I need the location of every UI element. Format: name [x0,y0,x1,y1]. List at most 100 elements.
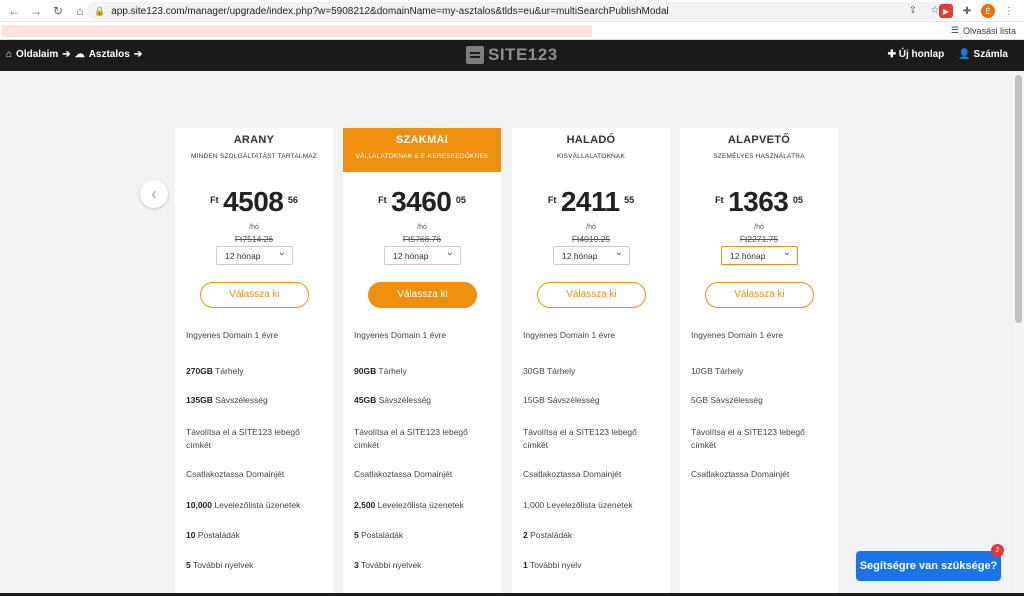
plan-body: Ft 2411 55/hó Ft4019.25 12 hónap Válassza k… [512,172,670,596]
price-period: /hó [754,224,764,231]
help-button[interactable]: Segítségre van szüksége? [856,551,1001,581]
feature-label: Sávszélesség [212,395,268,405]
select-plan-button[interactable]: Válassza ki [537,282,646,308]
reading-list-icon: ☰ [950,25,959,35]
plan-name: HALADÓ [566,134,616,146]
plan-feature: Távolítsa el a SITE123 lebegő címkét [354,426,494,452]
plan-price: Ft 4508 56 [175,186,333,218]
home-crumb-icon: ⌂ [6,49,13,60]
billing-period-select[interactable]: 12 hónap [721,246,798,265]
back-icon[interactable]: ← [6,3,22,19]
forward-icon[interactable]: → [28,3,44,19]
plan-feature: Ingyenes Domain 1 évre [523,329,663,342]
plan-feature: 270GB Tárhely [186,365,326,378]
feature-value: 135GB [186,395,213,405]
scrollbar[interactable] [1013,71,1024,596]
new-site-button[interactable]: ✚ Új honlap [888,49,945,60]
billing-period-select[interactable]: 12 hónap [384,246,461,265]
plan-feature: Csatlakoztassa Domainjét [523,468,663,481]
price-period: /hó [417,224,427,231]
feature-label: További nyelvek [358,560,422,570]
share-icon[interactable]: ⇪ [906,3,920,17]
arrow-icon: ➔ [133,49,143,60]
feature-label: További nyelvek [190,560,254,570]
feature-label: 1,000 Levelezőlista üzenetek [523,500,633,510]
plan-subtitle: MINDEN SZOLGÁLTATÁST TARTALMAZ [190,153,318,160]
feature-label: Ingyenes Domain 1 évre [523,330,616,340]
puzzle-icon[interactable]: ✚ [960,4,974,18]
price-whole: 1363 [728,186,789,217]
plan-body: Ft 3460 05/hó Ft5766.76 12 hónap Válassza k… [343,172,501,596]
currency: Ft [715,195,724,205]
feature-label: Ingyenes Domain 1 évre [691,330,784,340]
billing-period-select[interactable]: 12 hónap [553,246,630,265]
feature-value: 10,000 [186,500,212,510]
select-plan-button[interactable]: Válassza ki [200,282,309,308]
site-crumb-icon: ☁ [74,49,85,60]
plan-feature: 45GB Sávszélesség [354,394,494,407]
price-whole: 2411 [560,186,620,217]
url-text[interactable]: app.site123.com/manager/upgrade/index.ph… [111,6,669,17]
feature-label: Levelezőlista üzenetek [375,500,464,510]
plan-card: ALAPVETŐ SZEMÉLYES HASZNÁLATRA Ft 1363 05/… [680,128,838,596]
reload-icon[interactable]: ↻ [50,3,66,19]
plan-name: ARANY [233,134,275,146]
select-plan-button[interactable]: Válassza ki [705,282,814,308]
feature-label: Postaládák [358,530,404,540]
feature-label: Távolítsa el a SITE123 lebegő címkét [691,427,805,450]
select-plan-button[interactable]: Válassza ki [368,282,477,308]
feature-label: További nyelv [527,560,582,570]
address-bar[interactable]: 🔒 app.site123.com/manager/upgrade/index.… [86,2,940,20]
currency: Ft [210,195,219,205]
price-cents: 05 [792,195,803,205]
feature-value: 45GB [354,395,377,405]
plan-subtitle: VÁLLALATOKNAK & E-KERESKEDŐKNEK [355,153,489,160]
chevron-left-icon[interactable]: ‹ [140,180,168,208]
plan-card: ARANY MINDEN SZOLGÁLTATÁST TARTALMAZ Ft 45… [175,128,333,596]
feature-label: 10GB Tárhely [691,366,744,376]
plan-price: Ft 2411 55 [512,186,670,218]
feature-label: Sávszélesség [376,395,432,405]
site123-logo: SITE123 [466,45,558,65]
plan-feature: 5GB Sávszélesség [691,394,831,407]
plan-feature: Csatlakoztassa Domainjét [186,468,326,481]
account-button[interactable]: 👤 Számla [958,49,1008,60]
crumb-site[interactable]: Asztalos [89,49,130,60]
app-header: ⌂ Oldalaim ➔ ☁ Asztalos ➔ SITE123 ✚ Új h… [0,40,1024,71]
old-price: Ft2271.75 [739,234,779,244]
feature-label: Csatlakoztassa Domainjét [186,469,285,479]
plan-subtitle: KISVÁLLALATOKNAK [557,153,625,160]
feature-label: Távolítsa el a SITE123 lebegő címkét [354,427,468,450]
pricing-area: ‹ ARANY MINDEN SZOLGÁLTATÁST TARTALMAZ Ft … [0,71,1013,596]
profile-avatar[interactable]: É [981,4,995,18]
price-whole: 4508 [223,186,284,217]
old-price: Ft7514.26 [234,234,274,244]
feature-label: Levelezőlista üzenetek [212,500,301,510]
reading-list-button[interactable]: ☰ Olvasási lista [951,25,1016,36]
plan-feature: 1 További nyelv [523,559,663,572]
scroll-thumb[interactable] [1015,75,1022,323]
plan-header: HALADÓ KISVÁLLALATOKNAK [512,128,670,172]
plan-price: Ft 3460 05 [343,186,501,218]
feature-label: Távolítsa el a SITE123 lebegő címkét [523,427,637,450]
bookmarks-bar: ☰ Olvasási lista [0,22,1024,40]
plan-feature: Távolítsa el a SITE123 lebegő címkét [186,426,326,452]
old-price: Ft4019.25 [571,234,611,244]
menu-icon[interactable]: ⋮ [1002,4,1016,18]
plan-feature: 30GB Tárhely [523,365,663,378]
feature-label: 15GB Sávszélesség [523,395,600,405]
plan-feature: 1,000 Levelezőlista üzenetek [523,499,663,512]
plan-feature: 5 Postaládák [354,529,494,542]
plan-feature: Ingyenes Domain 1 évre [691,329,831,342]
extension-icon[interactable]: ▶ [939,4,953,18]
feature-label: Tárhely [212,366,244,376]
billing-period-select[interactable]: 12 hónap [216,246,293,265]
currency: Ft [378,195,387,205]
price-period: /hó [249,224,259,231]
plan-name: ALAPVETŐ [727,134,791,146]
crumb-my-sites[interactable]: Oldalaim [16,49,58,60]
plan-body: Ft 4508 56/hó Ft7514.26 12 hónap Válassza k… [175,172,333,596]
plan-feature: 90GB Tárhely [354,365,494,378]
plan-card: SZAKMAI VÁLLALATOKNAK & E-KERESKEDŐKNEK Ft… [343,128,501,596]
browser-toolbar: ← → ↻ ⌂ 🔒 app.site123.com/manager/upgrad… [0,0,1024,22]
